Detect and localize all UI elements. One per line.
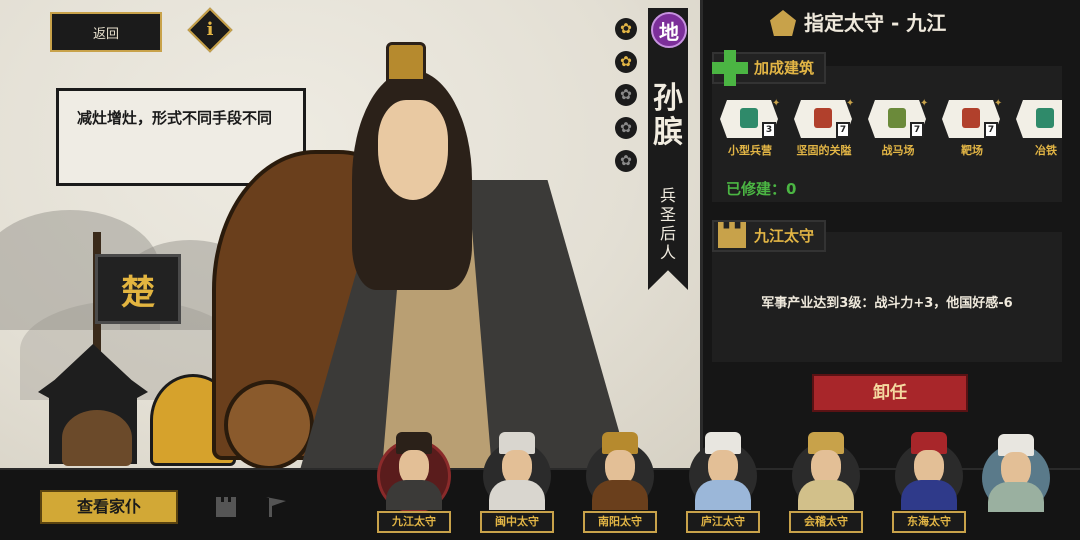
portrait-body (798, 480, 854, 510)
faction-flag: 楚 (95, 254, 181, 324)
building-icon (1036, 108, 1054, 128)
view-servants-button[interactable]: 查看家仆 (40, 490, 178, 524)
building-icon (888, 108, 906, 128)
star-icon: ✦ (920, 98, 929, 109)
building-label: 冶铁 (1035, 144, 1057, 157)
portrait-label[interactable]: 九江太守 (377, 511, 451, 533)
dismiss-button[interactable]: 卸任 (812, 374, 968, 412)
buildings-list: 3 ✦ 小型兵营 7 ✦ 坚固的关隘 7 ✦ 战马场 7 ✦ 靶场 ✦冶铁 (712, 96, 1062, 162)
building-card[interactable]: ✦冶铁 (1012, 96, 1062, 160)
building-card[interactable]: 3 ✦ 小型兵营 (716, 96, 782, 160)
star-column: ✿ ✿ ✿ ✿ ✿ (615, 18, 639, 183)
portrait-label[interactable]: 会稽太守 (789, 511, 863, 533)
governor-portrait[interactable] (477, 428, 557, 510)
building-card[interactable]: 7 ✦ 靶场 (938, 96, 1004, 160)
plus-icon (712, 50, 748, 86)
gray-flower-icon: ✿ (615, 150, 637, 172)
star-icon: ✦ (772, 98, 781, 109)
building-level: 3 (762, 122, 776, 138)
back-button[interactable]: 返回 (50, 12, 162, 52)
portrait-body (592, 480, 648, 510)
governor-section-label: 九江太守 (754, 227, 815, 245)
building-icon (962, 108, 980, 128)
gray-flower-icon: ✿ (615, 84, 637, 106)
effect-text: 军事产业达到3级：战斗力+3，他国好感-6 (761, 296, 1013, 311)
panel-title: 指定太守 - 九江 (804, 11, 947, 35)
governor-portrait[interactable] (889, 428, 969, 510)
gold-flower-icon: ✿ (615, 18, 637, 40)
governor-portrait[interactable] (580, 428, 660, 510)
building-icon (814, 108, 832, 128)
governor-portrait[interactable] (374, 428, 454, 510)
building-level: 7 (984, 122, 998, 138)
portrait-label[interactable]: 闽中太守 (480, 511, 554, 533)
portrait-body (386, 480, 442, 510)
building-icon (740, 108, 758, 128)
portrait-label[interactable]: 东海太守 (892, 511, 966, 533)
star-icon: ✦ (846, 98, 855, 109)
portrait-body (901, 480, 957, 510)
wall-icon (718, 222, 746, 248)
gray-flower-icon: ✿ (615, 117, 637, 139)
back-button-label: 返回 (92, 26, 119, 42)
character-title-text: 兵圣后人 (660, 186, 677, 262)
throne-wheel (224, 380, 314, 470)
info-icon: i (206, 19, 214, 40)
governor-portrait[interactable] (683, 428, 763, 510)
building-card[interactable]: 7 ✦ 坚固的关隘 (790, 96, 856, 160)
portrait-body (988, 482, 1044, 512)
star-icon: ✦ (994, 98, 1003, 109)
faction-char: 楚 (121, 272, 155, 313)
building-label: 小型兵营 (728, 144, 772, 157)
castle-icon[interactable] (216, 497, 236, 517)
character-topknot (386, 42, 426, 82)
gold-flower-icon: ✿ (615, 51, 637, 73)
portrait-label[interactable]: 庐江太守 (686, 511, 760, 533)
building-level: 7 (836, 122, 850, 138)
speech-text: 减灶增灶，形式不同手段不同 (77, 109, 273, 127)
character-face (378, 100, 448, 200)
scholar-figure (62, 410, 132, 466)
building-level: 7 (910, 122, 924, 138)
building-card[interactable]: 7 ✦ 战马场 (864, 96, 930, 160)
building-label: 靶场 (961, 144, 983, 157)
tier-badge: 地 (651, 12, 687, 48)
building-label: 战马场 (881, 144, 915, 157)
portrait-body (695, 480, 751, 510)
buildings-section-label: 加成建筑 (754, 59, 815, 77)
game-screen: 返回 i 减灶增灶，形式不同手段不同 楚 ✿ ✿ ✿ ✿ ✿ 地 孙膑 兵圣后人… (0, 0, 1080, 540)
dragon-portrait[interactable] (976, 430, 1056, 512)
building-label: 坚固的关隘 (796, 144, 852, 157)
portrait-body (489, 480, 545, 510)
built-count: 已修建：0 (726, 180, 797, 198)
portrait-label[interactable]: 南阳太守 (583, 511, 657, 533)
character-title: 兵圣后人 (650, 186, 686, 262)
character-name-text: 孙膑 (653, 81, 683, 150)
governor-portrait[interactable] (786, 428, 866, 510)
character-name: 孙膑 (650, 82, 686, 150)
